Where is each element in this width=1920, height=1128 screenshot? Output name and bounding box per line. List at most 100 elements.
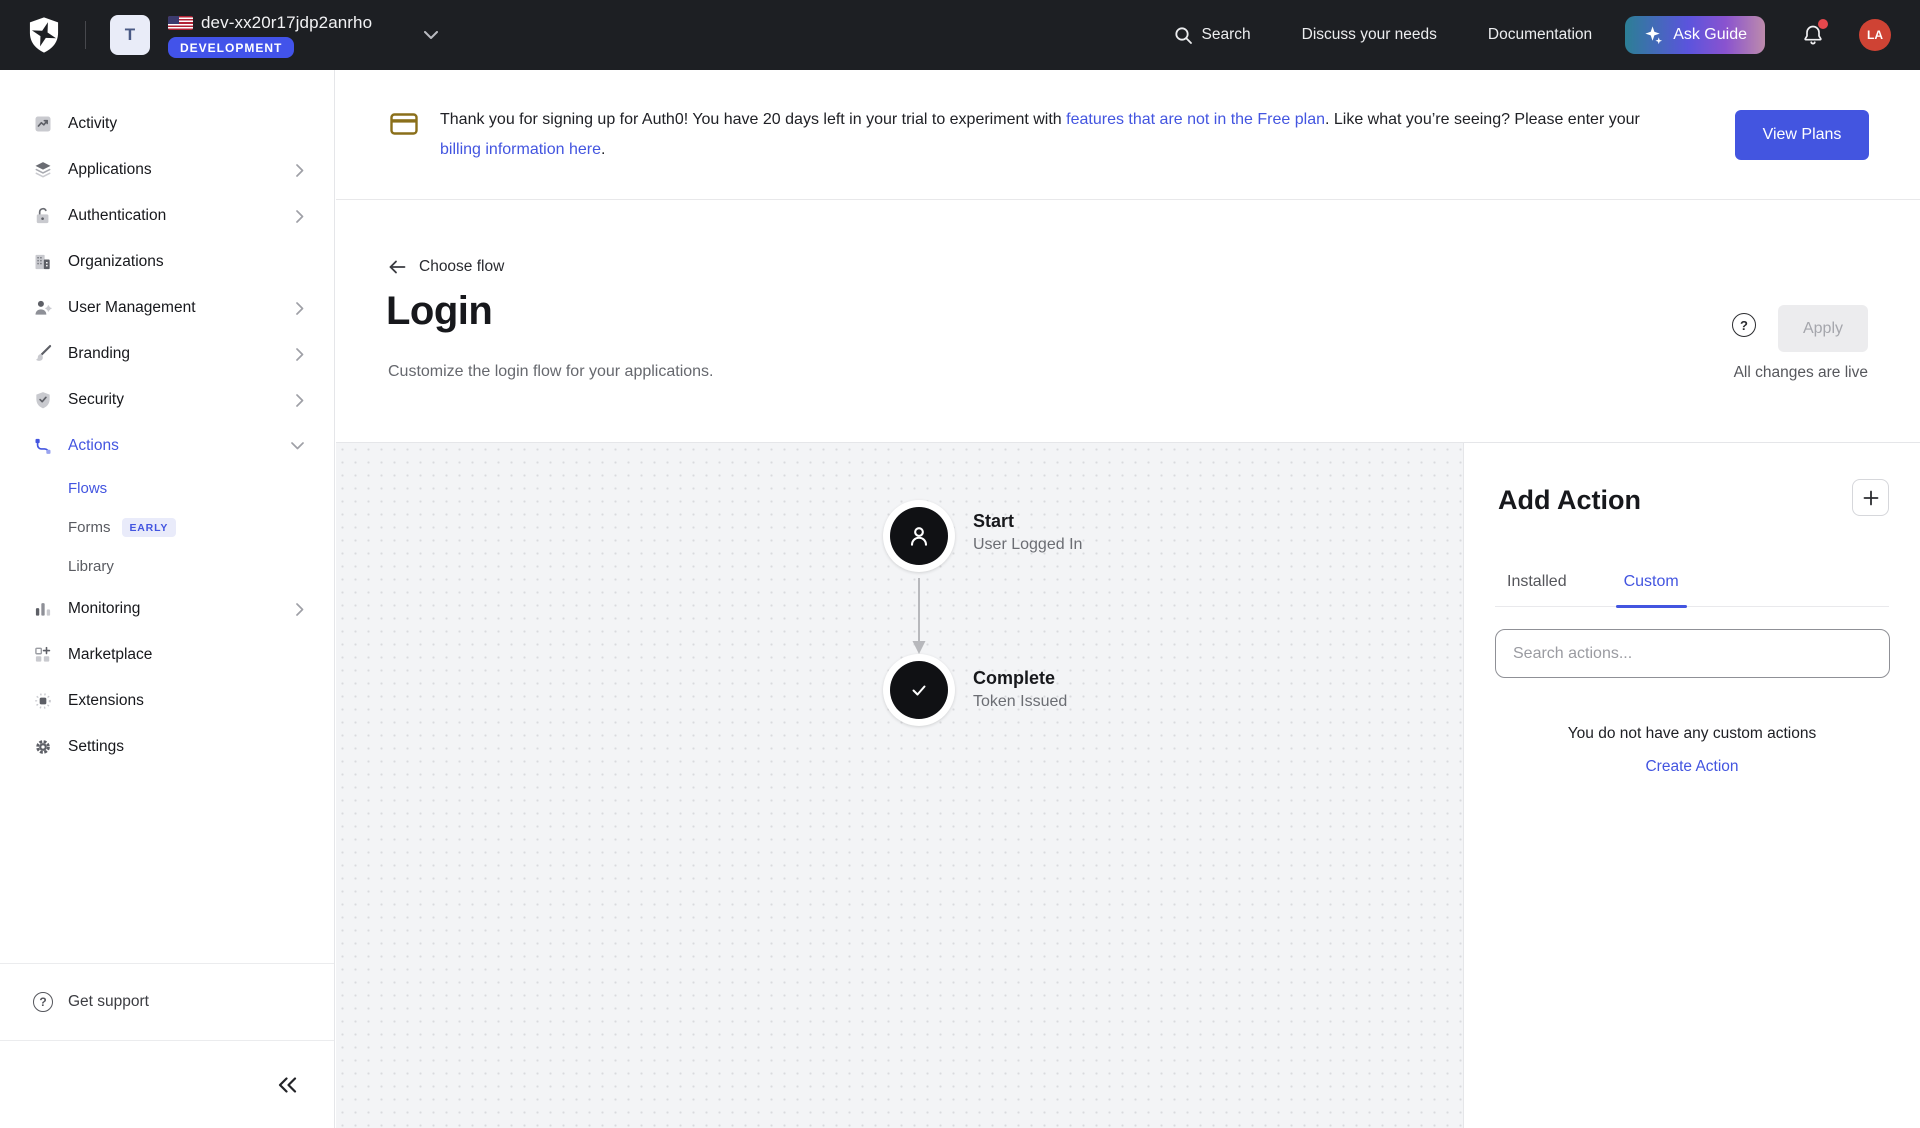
sidebar-subitem-forms[interactable]: Forms EARLY [0,508,334,547]
complete-node-circle [890,661,948,719]
trial-banner: Thank you for signing up for Auth0! You … [336,70,1920,200]
sidebar-item-marketplace[interactable]: Marketplace [0,632,334,678]
tab-installed[interactable]: Installed [1499,573,1575,606]
early-badge: EARLY [122,518,177,537]
sidebar-item-monitoring[interactable]: Monitoring [0,586,334,632]
complete-node-label: Complete Token Issued [973,668,1067,711]
shield-check-icon [33,390,53,410]
double-chevron-left-icon [278,1077,297,1093]
view-plans-button[interactable]: View Plans [1735,110,1869,160]
choose-flow-back-link[interactable]: Choose flow [388,258,504,276]
chevron-down-icon [291,442,304,450]
start-node-circle [890,507,948,565]
bar-chart-icon [33,599,53,619]
sidebar-item-branding[interactable]: Branding [0,331,334,377]
sidebar-item-organizations[interactable]: Organizations [0,239,334,285]
gear-icon [33,737,53,757]
flow-canvas[interactable]: Start User Logged In Complete Token Issu… [336,443,1463,1128]
lock-icon [33,206,53,226]
search-actions-input[interactable] [1495,629,1890,678]
paintbrush-icon [33,344,53,364]
search-icon [1174,26,1193,45]
activity-icon [33,114,53,134]
sidebar-item-security[interactable]: Security [0,377,334,423]
sidebar-item-actions[interactable]: Actions [0,423,334,469]
chevron-right-icon [296,210,304,223]
sidebar-item-authentication[interactable]: Authentication [0,193,334,239]
flow-node-complete[interactable] [883,654,955,726]
flow-header: Choose flow Login Customize the login fl… [336,201,1920,443]
back-arrow-icon [388,260,406,274]
start-node-label: Start User Logged In [973,511,1082,554]
sidebar-item-extensions[interactable]: Extensions [0,678,334,724]
user-icon [905,522,933,550]
topbar-divider [85,21,86,49]
notifications-button[interactable] [1801,23,1825,47]
sidebar-bottom: ? Get support [0,963,334,1128]
sidebar-item-settings[interactable]: Settings [0,724,334,770]
free-plan-features-link[interactable]: features that are not in the Free plan [1066,111,1325,128]
user-avatar[interactable]: LA [1859,19,1891,51]
sidebar: Activity Applications Authentication [0,70,335,1128]
marketplace-icon [33,645,53,665]
user-management-icon [33,298,53,318]
sidebar-subitem-flows[interactable]: Flows [0,469,334,508]
notification-dot [1818,19,1828,29]
changes-live-status: All changes are live [1734,364,1868,382]
organizations-icon [33,252,53,272]
help-icon[interactable]: ? [1732,313,1756,337]
tab-custom[interactable]: Custom [1616,573,1687,606]
get-support-link[interactable]: ? Get support [0,963,334,1040]
trial-banner-text: Thank you for signing up for Auth0! You … [440,105,1650,165]
page-title: Login [386,289,492,334]
tenant-avatar[interactable]: T [110,15,150,55]
collapse-sidebar-button[interactable] [278,1077,297,1093]
chevron-right-icon [296,302,304,315]
discuss-your-needs-link[interactable]: Discuss your needs [1302,26,1437,44]
documentation-link[interactable]: Documentation [1488,26,1592,44]
topbar: T dev-xx20r17jdp2anrho DEVELOPMENT Searc… [0,0,1920,70]
topbar-left: T dev-xx20r17jdp2anrho DEVELOPMENT [27,13,438,58]
applications-icon [33,160,53,180]
credit-card-icon [390,113,418,135]
apply-button[interactable]: Apply [1778,305,1868,352]
flow-connector-arrow [908,576,930,656]
page-subtitle: Customize the login flow for your applic… [388,363,714,381]
ask-guide-label: Ask Guide [1673,26,1747,44]
auth0-dashboard: T dev-xx20r17jdp2anrho DEVELOPMENT Searc… [0,0,1920,1128]
extensions-chip-icon [33,691,53,711]
plus-icon [1863,490,1879,506]
chevron-right-icon [296,394,304,407]
empty-state: You do not have any custom actions Creat… [1495,725,1889,776]
environment-badge: DEVELOPMENT [168,37,294,58]
search-button[interactable]: Search [1174,26,1251,45]
topbar-right: Search Discuss your needs Documentation … [1174,16,1891,54]
add-action-panel: Add Action Installed Custom You do not h… [1463,443,1920,1128]
ask-guide-button[interactable]: Ask Guide [1625,16,1765,54]
billing-information-link[interactable]: billing information here [440,141,601,158]
us-flag-icon [168,16,193,30]
check-icon [907,678,931,702]
panel-header: Add Action [1495,479,1889,516]
back-label: Choose flow [419,258,504,276]
sidebar-item-applications[interactable]: Applications [0,147,334,193]
sidebar-nav: Activity Applications Authentication [0,70,334,770]
tenant-chevron-down-icon[interactable] [424,31,438,39]
empty-message: You do not have any custom actions [1495,725,1889,743]
sparkle-icon [1643,25,1664,46]
sidebar-subitem-library[interactable]: Library [0,547,334,586]
auth0-logo-icon [27,16,61,54]
chevron-right-icon [296,164,304,177]
action-tabs: Installed Custom [1495,573,1889,607]
help-circle-icon: ? [33,992,53,1012]
flow-node-start[interactable] [883,500,955,572]
sidebar-item-user-management[interactable]: User Management [0,285,334,331]
chevron-right-icon [296,348,304,361]
chevron-right-icon [296,603,304,616]
create-action-link[interactable]: Create Action [1645,758,1738,776]
tenant-switcher[interactable]: dev-xx20r17jdp2anrho DEVELOPMENT [168,13,372,58]
panel-title: Add Action [1495,479,1641,516]
sidebar-item-activity[interactable]: Activity [0,101,334,147]
add-action-plus-button[interactable] [1852,479,1889,516]
actions-flow-icon [33,436,53,456]
